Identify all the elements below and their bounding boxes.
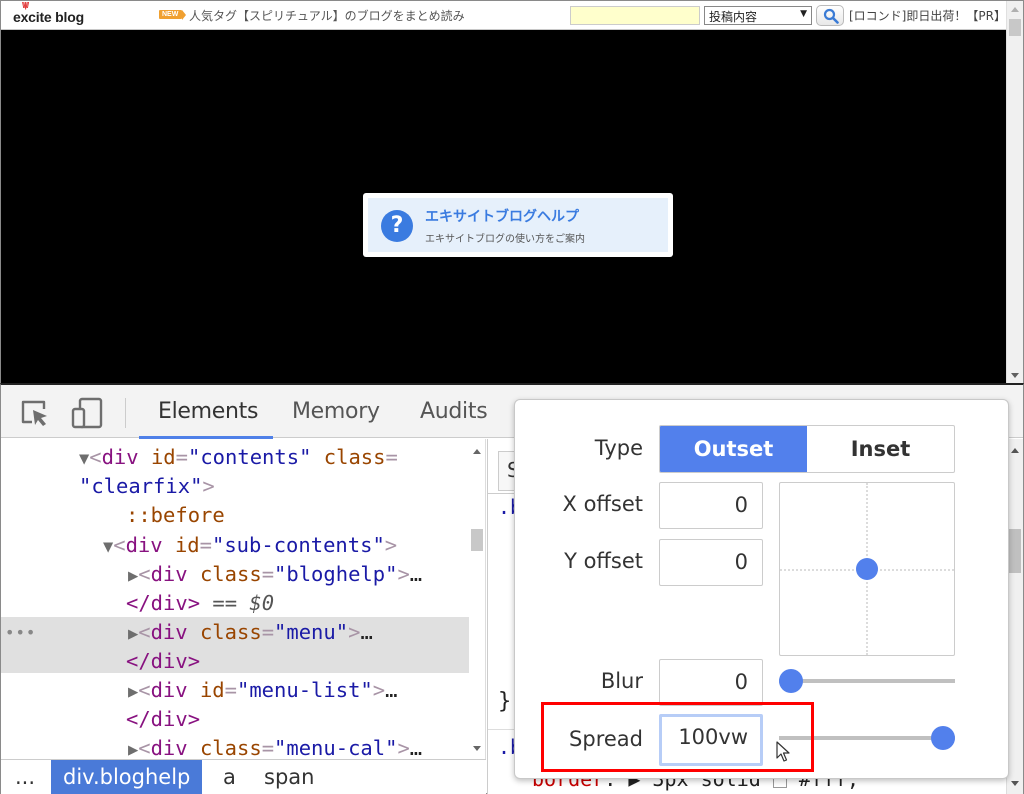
dom-node-bloghelp[interactable]: ▶<div class="bloghelp">… <box>128 560 422 591</box>
blur-input[interactable]: 0 <box>659 659 763 706</box>
bloghelp-banner[interactable]: ? エキサイトブログヘルプ エキサイトブログの使い方をご案内 <box>363 193 673 257</box>
tab-memory[interactable]: Memory <box>292 399 380 424</box>
breadcrumb-a[interactable]: a <box>211 760 248 794</box>
blur-slider[interactable] <box>779 669 955 693</box>
dom-node-menu-list-close: </div> <box>126 707 201 731</box>
x-offset-label: X offset <box>562 492 643 516</box>
scroll-down-arrow-icon[interactable] <box>1011 373 1019 378</box>
page-scrollbar[interactable] <box>1006 1 1023 383</box>
scroll-thumb[interactable] <box>1009 529 1021 573</box>
breadcrumb-span[interactable]: span <box>252 760 326 794</box>
y-offset-label: Y offset <box>564 549 643 573</box>
excite-blog-logo[interactable]: \\|// excite blog <box>13 1 84 25</box>
slider-handle[interactable] <box>931 726 955 750</box>
offset-handle[interactable] <box>856 558 878 580</box>
node-actions-dots[interactable]: ••• <box>5 623 36 642</box>
scroll-down-arrow-icon[interactable] <box>473 746 481 751</box>
elements-tree[interactable]: ••• ▼<div id="contents" class= "clearfix… <box>1 439 469 759</box>
mouse-cursor-icon <box>776 741 790 762</box>
type-label: Type <box>594 436 643 460</box>
scroll-up-arrow-icon[interactable] <box>473 449 481 454</box>
dom-node-bloghelp-close: </div> == $0 <box>126 591 275 615</box>
scroll-down-arrow-icon[interactable] <box>1011 781 1019 786</box>
question-icon: ? <box>381 210 413 242</box>
blur-label: Blur <box>600 669 643 693</box>
collapsed-triangle-icon[interactable]: ▶ <box>128 740 138 759</box>
outset-button[interactable]: Outset <box>660 426 807 472</box>
scroll-up-arrow-icon[interactable] <box>1011 7 1019 12</box>
browser-page: \\|// excite blog NEW 人気タグ【スピリチュアル】のブログを… <box>0 0 1024 383</box>
scroll-up-arrow-icon[interactable] <box>1011 448 1019 453</box>
search-icon <box>823 8 839 24</box>
dropdown-arrow-icon: ▼ <box>800 9 807 19</box>
dom-node-contents[interactable]: ▼<div id="contents" class= <box>79 443 398 474</box>
dom-node-menu-list[interactable]: ▶<div id="menu-list">… <box>128 676 397 707</box>
breadcrumb-div-bloghelp[interactable]: div.bloghelp <box>51 760 203 794</box>
expanded-triangle-icon[interactable]: ▼ <box>79 449 89 469</box>
dom-node-menu-close: </div> <box>126 649 201 673</box>
style-rule-close-brace: } <box>498 689 512 714</box>
inspect-element-icon[interactable] <box>20 399 50 427</box>
dom-node-menu[interactable]: ▶<div class="menu">… <box>128 618 373 649</box>
toolbar-separator <box>125 398 126 428</box>
inset-button[interactable]: Inset <box>807 426 954 472</box>
bloghelp-subtitle: エキサイトブログの使い方をご案内 <box>425 234 585 245</box>
collapsed-triangle-icon[interactable]: ▶ <box>128 682 138 702</box>
y-offset-input[interactable]: 0 <box>659 539 763 586</box>
device-toolbar-icon[interactable] <box>71 397 103 429</box>
collapsed-triangle-icon[interactable]: ▶ <box>128 624 138 644</box>
search-scope-select[interactable]: 投稿内容 ▼ <box>704 6 812 25</box>
breadcrumb: ... div.bloghelp a span <box>1 759 486 794</box>
logo-rays-icon: \\|// <box>22 1 29 10</box>
dom-node-contents-cont: "clearfix"> <box>79 474 215 498</box>
tab-audits[interactable]: Audits <box>420 399 488 424</box>
excite-header-bar: \\|// excite blog NEW 人気タグ【スピリチュアル】のブログを… <box>1 1 1006 30</box>
tab-elements[interactable]: Elements <box>158 399 258 424</box>
elements-scrollbar[interactable] <box>469 439 486 759</box>
slider-track <box>779 679 955 683</box>
scroll-thumb[interactable] <box>471 529 483 551</box>
promo-link[interactable]: 人気タグ【スピリチュアル】のブログをまとめ読み <box>189 7 465 24</box>
bloghelp-title: エキサイトブログヘルプ <box>425 209 579 225</box>
breadcrumb-more[interactable]: ... <box>3 760 47 794</box>
dom-pseudo-before[interactable]: ::before <box>126 501 225 530</box>
scroll-thumb[interactable] <box>1009 19 1021 36</box>
dom-node-menu-cal[interactable]: ▶<div class="menu-cal">… <box>128 734 422 759</box>
search-button[interactable] <box>816 5 844 26</box>
dom-node-sub-contents[interactable]: ▼<div id="sub-contents"> <box>103 531 397 562</box>
slider-handle[interactable] <box>779 669 803 693</box>
new-badge: NEW <box>159 10 187 20</box>
highlight-annotation-box <box>541 702 814 772</box>
bloghelp-inner: ? エキサイトブログヘルプ エキサイトブログの使い方をご案内 <box>368 198 668 252</box>
search-input[interactable] <box>570 6 700 25</box>
offset-vector-pad[interactable] <box>779 482 955 656</box>
x-offset-input[interactable]: 0 <box>659 482 763 529</box>
expanded-triangle-icon[interactable]: ▼ <box>103 537 113 557</box>
collapsed-triangle-icon[interactable]: ▶ <box>128 566 138 586</box>
pr-ad-link[interactable]: [ロコンド]即日出荷！【PR】 <box>849 7 1006 24</box>
shadow-type-toggle: Outset Inset <box>659 425 955 473</box>
